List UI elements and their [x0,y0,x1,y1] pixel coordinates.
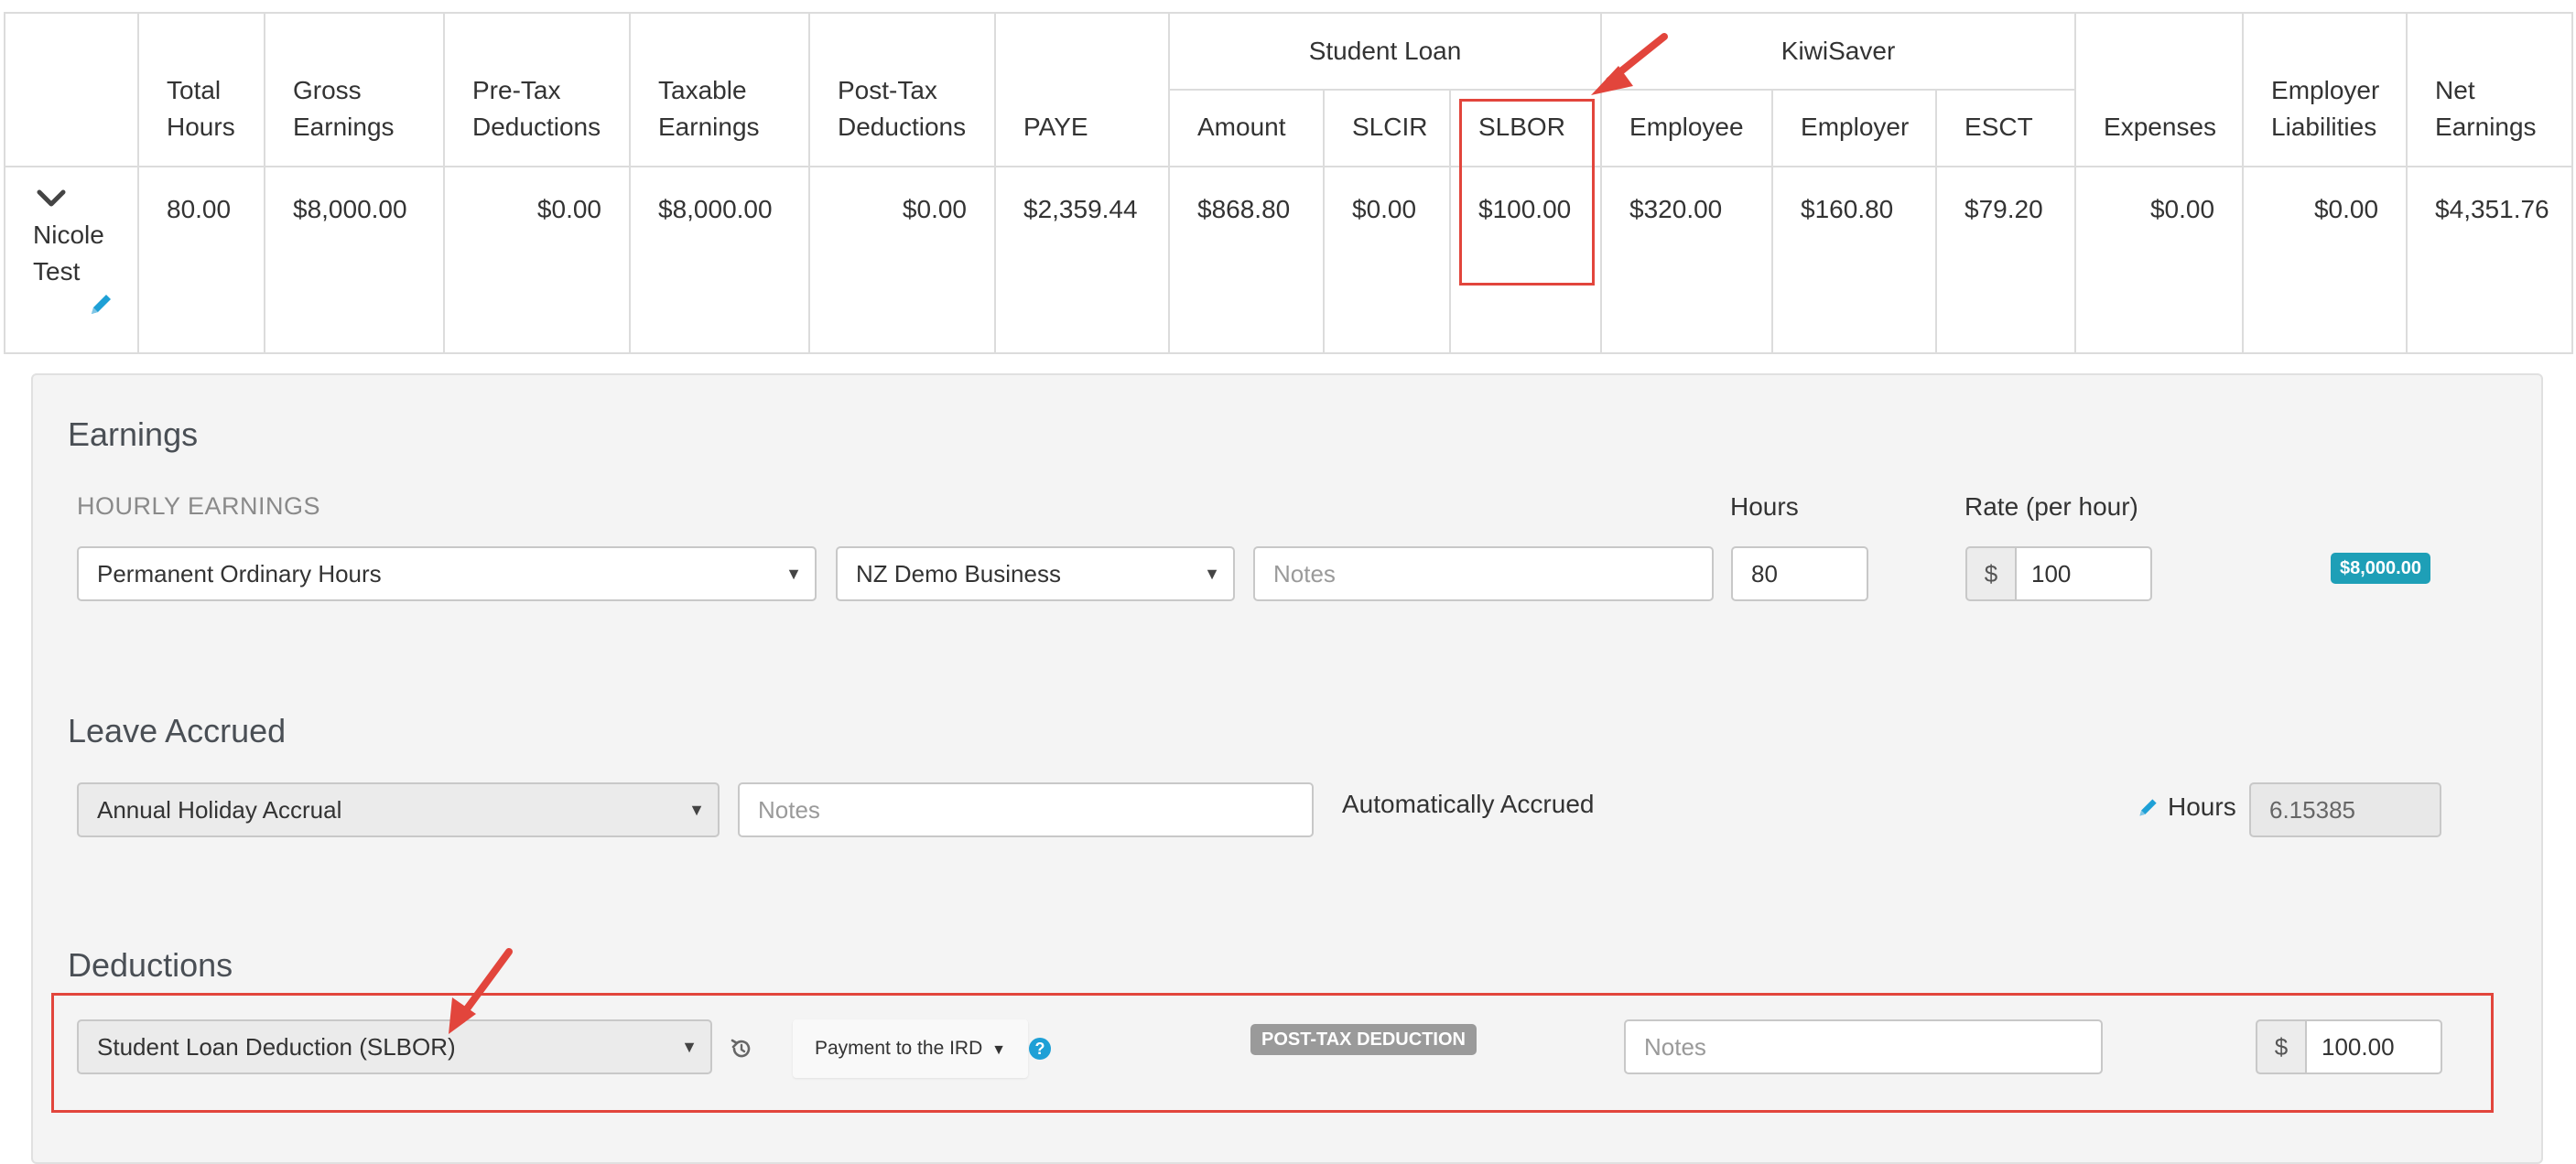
leave-hours-value: 6.15385 [2269,796,2355,824]
caret-down-icon: ▼ [991,1042,1006,1058]
deduction-type-value: Student Loan Deduction (SLBOR) [97,1033,456,1061]
rate-input-value: 100 [2031,560,2072,587]
cell-employer-liabilities: $0.00 [2242,166,2408,354]
header-gross-earnings: Gross Earnings [264,12,445,167]
deduction-type-select[interactable]: Student Loan Deduction (SLBOR) ▼ [77,1019,712,1074]
pencil-icon[interactable] [2137,795,2160,819]
cell-net-earnings: $4,351.76 [2406,166,2574,354]
question-circle-icon[interactable]: ? [1029,1038,1051,1060]
header-slbor: SLBOR [1448,89,1603,167]
earnings-title: Earnings [68,415,199,453]
header-row-top: Total Hours Gross Earnings Pre-Tax Deduc… [4,12,2574,167]
deduction-notes-input[interactable]: Notes [1624,1019,2103,1074]
payment-destination-dropdown[interactable]: Payment to the IRD ▼ [793,1019,1028,1078]
deduction-amount-input[interactable]: 100.00 [2307,1019,2442,1074]
deduction-currency-addon: $ [2256,1019,2307,1074]
leave-hours-input: 6.15385 [2249,782,2441,837]
leave-notes-placeholder: Notes [758,796,820,824]
header-employer-liabilities: Employer Liabilities [2242,12,2408,167]
chevron-down-icon[interactable] [33,180,70,217]
caret-down-icon: ▼ [1204,565,1220,583]
pay-summary-table: Total Hours Gross Earnings Pre-Tax Deduc… [4,12,2574,354]
header-total-hours: Total Hours [137,12,265,167]
hourly-earnings-label: HOURLY EARNINGS [77,492,321,520]
employee-name: Nicole Test [33,221,104,286]
business-value: NZ Demo Business [856,560,1061,587]
cell-taxable-earnings: $8,000.00 [629,166,810,354]
cell-paye: $2,359.44 [994,166,1170,354]
payment-destination-label: Payment to the IRD [815,1038,983,1059]
deduction-type-badge: POST-TAX DEDUCTION [1250,1024,1477,1055]
header-taxable-earnings: Taxable Earnings [629,12,810,167]
cell-ks-employer: $160.80 [1771,166,1938,354]
history-icon[interactable] [729,1036,754,1062]
table-row: Nicole Test 80.00 $8,000.00 $0.00 $8,000… [4,166,2574,354]
leave-type-select[interactable]: Annual Holiday Accrual ▼ [77,782,720,837]
earning-type-value: Permanent Ordinary Hours [97,560,382,587]
hours-input[interactable]: 80 [1731,546,1868,601]
header-pre-tax-deductions: Pre-Tax Deductions [443,12,631,167]
caret-down-icon: ▼ [785,565,802,583]
header-kiwisaver-group: KiwiSaver [1600,12,2077,91]
earnings-notes-placeholder: Notes [1273,560,1336,587]
hours-column-label: Hours [1730,492,1799,521]
earnings-notes-input[interactable]: Notes [1253,546,1714,601]
cell-slcir: $0.00 [1323,166,1451,354]
cell-sl-amount: $868.80 [1168,166,1325,354]
hours-input-value: 80 [1751,560,1778,587]
leave-type-value: Annual Holiday Accrual [97,796,342,824]
rate-currency-addon: $ [1965,546,2017,601]
header-expander [4,12,139,167]
caret-down-icon: ▼ [688,801,705,819]
leave-accrued-title: Leave Accrued [68,712,287,749]
deduction-notes-placeholder: Notes [1644,1033,1706,1061]
leave-hours-label: Hours [2168,792,2236,821]
cell-total-hours: 80.00 [137,166,265,354]
leave-notes-input[interactable]: Notes [738,782,1314,837]
header-ks-employer: Employer [1771,89,1938,167]
header-post-tax-deductions: Post-Tax Deductions [808,12,996,167]
header-net-earnings: Net Earnings [2406,12,2574,167]
cell-expenses: $0.00 [2074,166,2245,354]
header-sl-amount: Amount [1168,89,1325,167]
header-slcir: SLCIR [1323,89,1451,167]
rate-column-label: Rate (per hour) [1964,492,2138,521]
cell-post-tax-deductions: $0.00 [808,166,996,354]
automatically-accrued-text: Automatically Accrued [1342,790,1595,818]
header-esct: ESCT [1935,89,2077,167]
cell-slbor: $100.00 [1448,166,1603,354]
employee-cell: Nicole Test [4,166,139,354]
caret-down-icon: ▼ [681,1038,698,1056]
cell-ks-employee: $320.00 [1600,166,1774,354]
earnings-total-badge: $8,000.00 [2331,553,2430,584]
header-paye: PAYE [994,12,1170,167]
cell-esct: $79.20 [1935,166,2077,354]
business-select[interactable]: NZ Demo Business ▼ [836,546,1235,601]
header-expenses: Expenses [2074,12,2245,167]
earning-type-select[interactable]: Permanent Ordinary Hours ▼ [77,546,817,601]
header-student-loan-group: Student Loan [1167,12,1603,91]
rate-input[interactable]: 100 [2017,546,2152,601]
deductions-title: Deductions [68,946,233,984]
deduction-amount-value: 100.00 [2322,1033,2395,1061]
header-ks-employee: Employee [1600,89,1774,167]
pencil-icon[interactable] [88,290,115,318]
cell-pre-tax-deductions: $0.00 [443,166,631,354]
cell-gross-earnings: $8,000.00 [264,166,445,354]
